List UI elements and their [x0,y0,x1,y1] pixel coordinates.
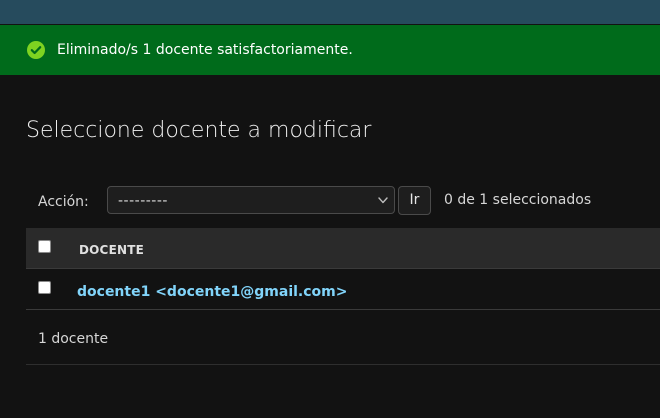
selection-counter: 0 de 1 seleccionados [444,192,592,208]
top-header-bar [0,0,660,24]
action-select-value: --------- [118,193,168,209]
select-all-checkbox[interactable] [38,240,51,253]
docente-link[interactable]: docente1 <docente1@gmail.com> [77,283,347,301]
table-header: DOCENTE [26,228,660,269]
chevron-down-icon [378,197,388,204]
action-label: Acción: [38,194,89,210]
column-header-docente[interactable]: DOCENTE [79,243,144,257]
success-message-bar: Eliminado/s 1 docente satisfactoriamente… [0,25,660,75]
action-select[interactable]: --------- [107,186,395,214]
paginator: 1 docente [26,310,660,365]
row-select-checkbox[interactable] [38,281,51,294]
success-message-text: Eliminado/s 1 docente satisfactoriamente… [57,42,353,58]
result-count: 1 docente [38,331,109,347]
go-button[interactable]: Ir [398,186,431,215]
table-row: docente1 <docente1@gmail.com> [26,269,660,310]
success-check-icon [27,41,45,59]
page-title: Seleccione docente a modificar [26,118,372,143]
